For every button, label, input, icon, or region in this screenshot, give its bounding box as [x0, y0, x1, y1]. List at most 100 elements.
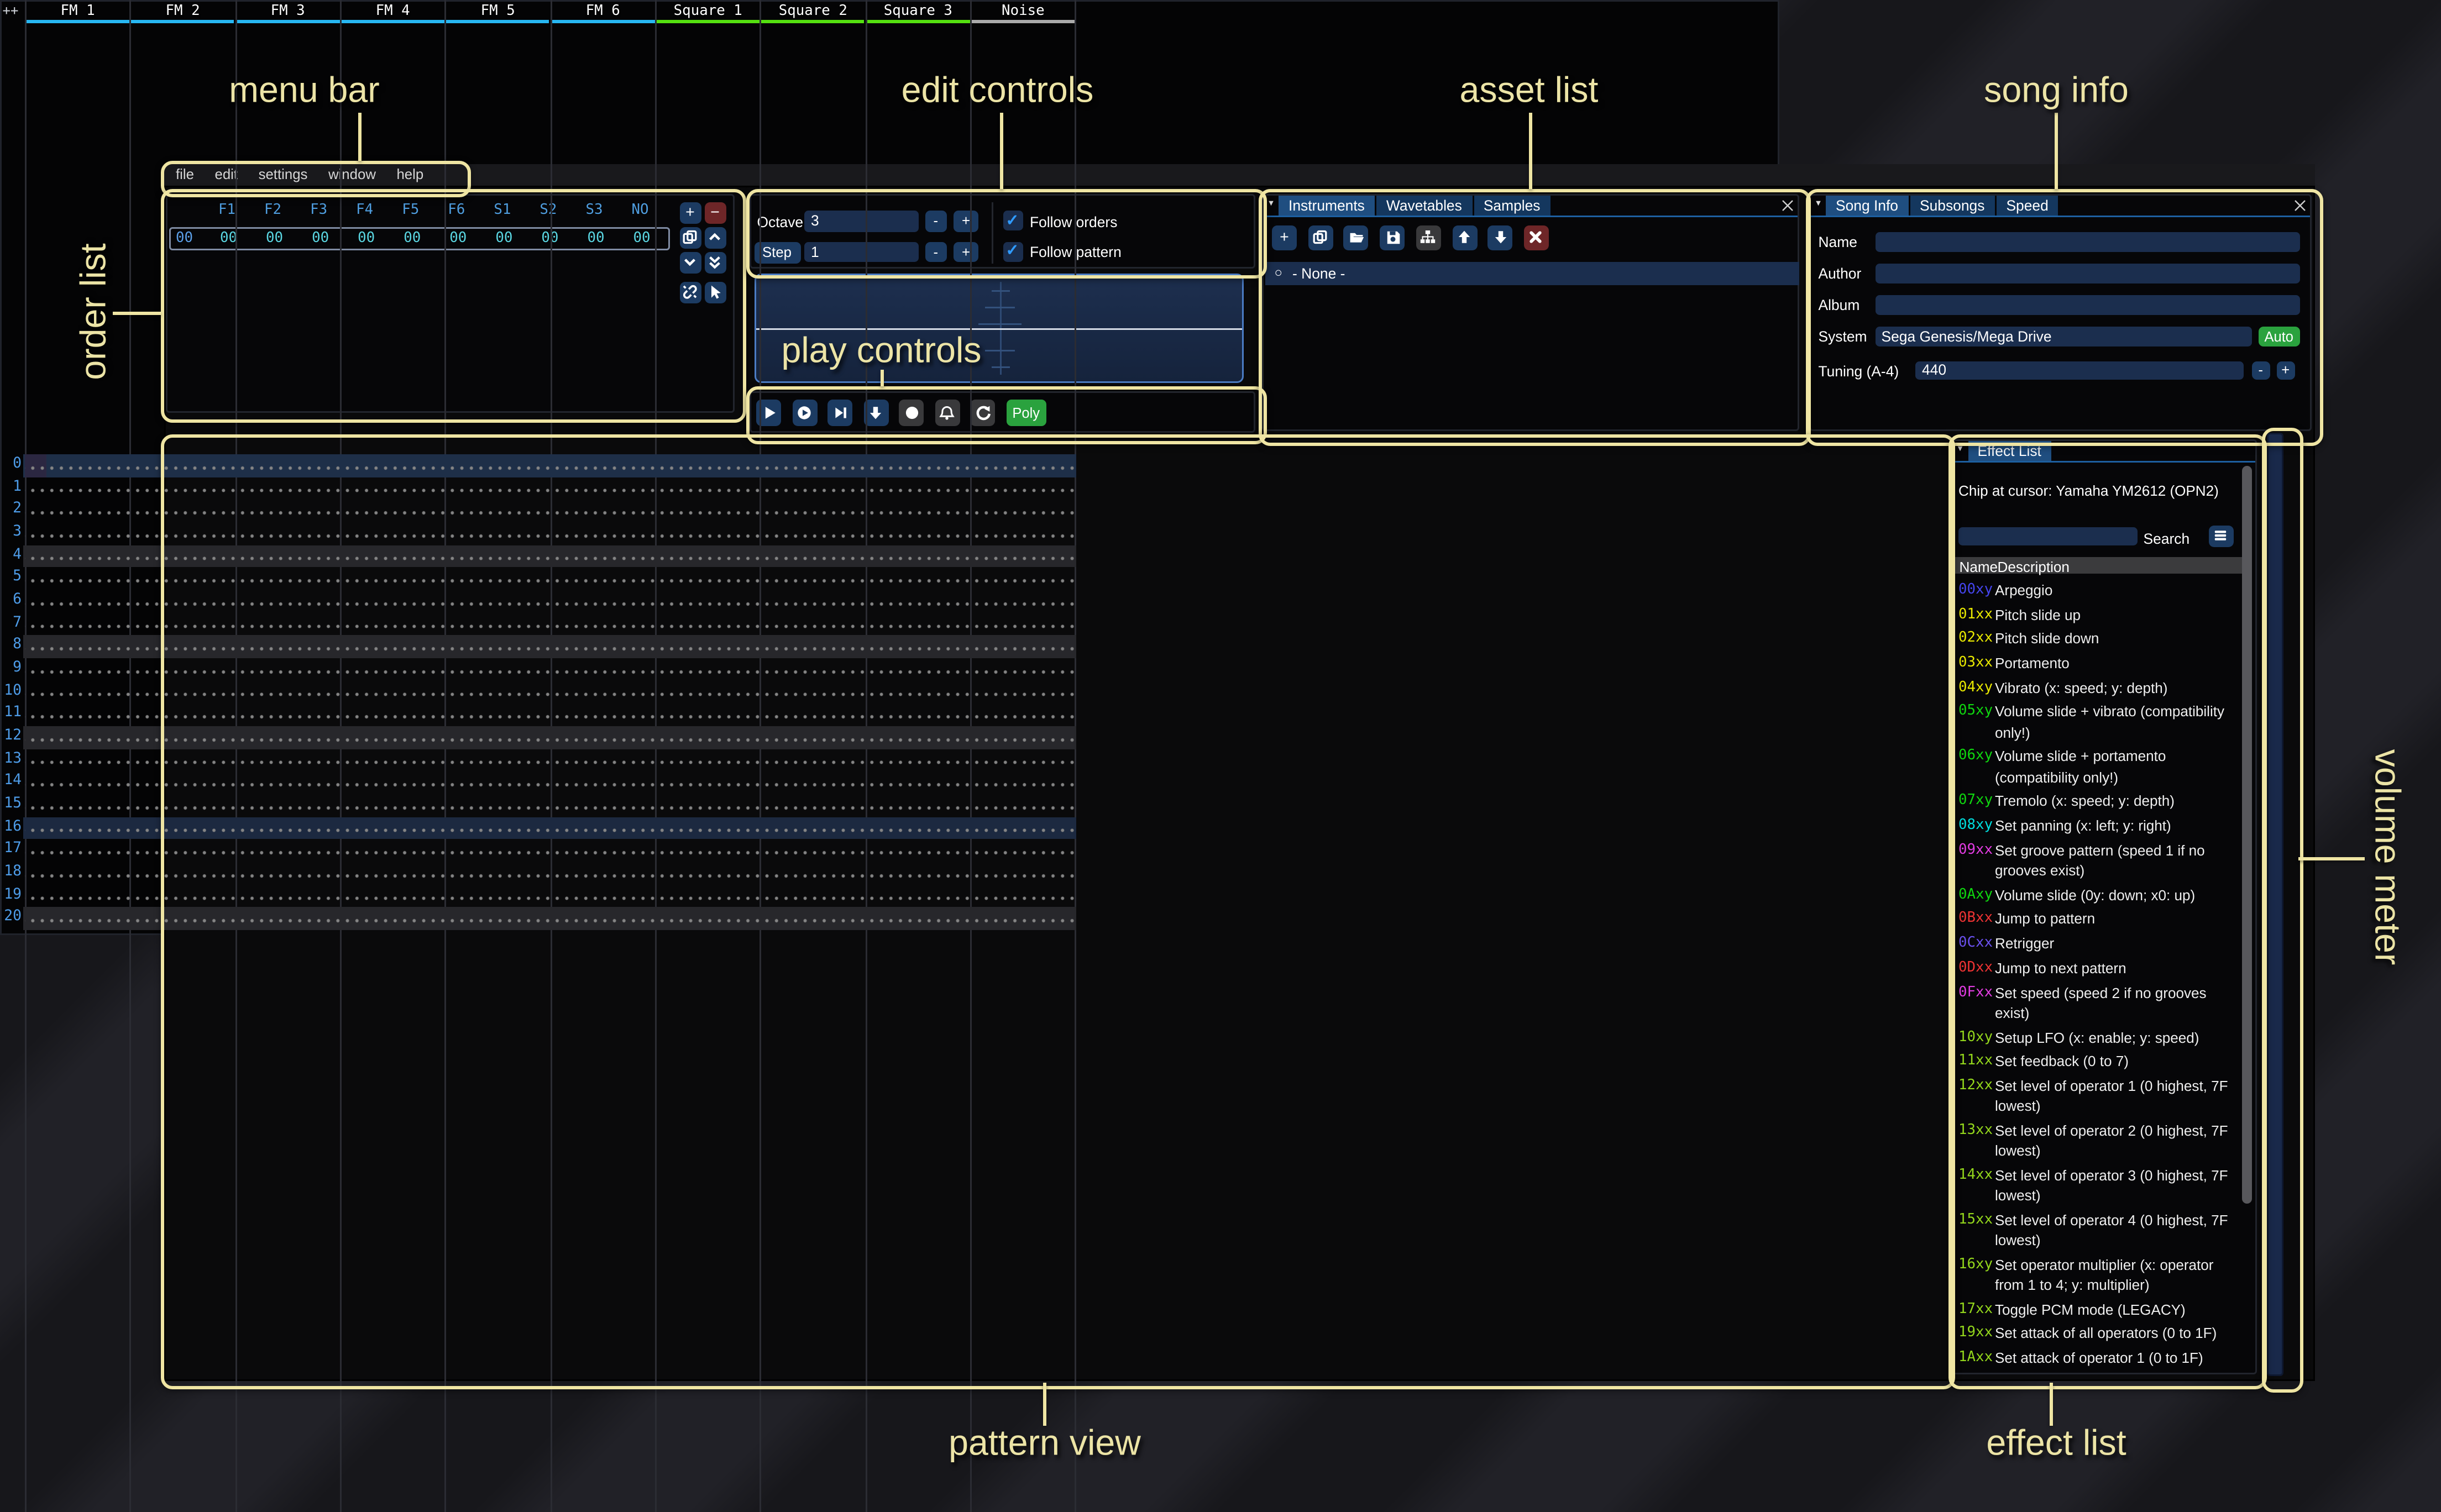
order-cell[interactable]: 00	[481, 230, 527, 247]
order-cell[interactable]: 00	[297, 230, 343, 247]
asset-arrow-down-bold-button[interactable]	[1488, 225, 1513, 251]
effect-row-12xx[interactable]: 12xxSet level of operator 1 (0 highest, …	[1958, 1076, 2239, 1117]
asset-arrow-up-bold-button[interactable]	[1452, 225, 1477, 251]
close-icon[interactable]	[2235, 440, 2255, 461]
effect-row-05xy[interactable]: 05xyVolume slide + vibrato (compatibilit…	[1958, 702, 2239, 743]
order-cursor-button[interactable]	[704, 281, 726, 303]
effect-row-11xx[interactable]: 11xxSet feedback (0 to 7)	[1958, 1052, 2239, 1072]
channel-header-fm-1[interactable]: FM 1	[25, 0, 130, 25]
pattern-row-19[interactable]: 19	[0, 885, 1076, 907]
order-cell[interactable]: 00	[573, 230, 619, 247]
asset-plus-button[interactable]: +	[1272, 225, 1297, 251]
channel-header-noise[interactable]: Noise	[971, 0, 1076, 25]
effect-row-19xx[interactable]: 19xxSet attack of all operators (0 to 1F…	[1958, 1324, 2239, 1344]
effect-row-04xy[interactable]: 04xyVibrato (x: speed; y: depth)	[1958, 678, 2239, 698]
order-plus-button[interactable]: +	[679, 202, 701, 224]
effect-row-1Axx[interactable]: 1AxxSet attack of operator 1 (0 to 1F)	[1958, 1348, 2239, 1369]
order-copy-button[interactable]	[679, 227, 701, 249]
pattern-row-7[interactable]: 7	[0, 613, 1076, 636]
effect-row-0Dxx[interactable]: 0DxxJump to next pattern	[1958, 958, 2239, 978]
order-chevron-down-button[interactable]	[679, 251, 701, 274]
pattern-corner[interactable]: ++	[3, 3, 19, 18]
pattern-row-8[interactable]: 8	[0, 636, 1076, 658]
pattern-row-16[interactable]: 16	[0, 817, 1076, 839]
play-arrow-down-bold-button[interactable]	[863, 400, 889, 426]
effect-row-00xy[interactable]: 00xyArpeggio	[1958, 580, 2239, 601]
effect-row-08xy[interactable]: 08xySet panning (x: left; y: right)	[1958, 816, 2239, 836]
channel-header-fm-6[interactable]: FM 6	[551, 0, 656, 25]
order-cell[interactable]: 00	[619, 230, 665, 247]
pattern-row-12[interactable]: 12	[0, 726, 1076, 749]
pattern-row-20[interactable]: 20	[0, 907, 1076, 930]
octave-input[interactable]: 3	[804, 211, 918, 232]
collapse-triangle-icon[interactable]: ▼	[1264, 195, 1279, 216]
order-cell[interactable]: 00	[389, 230, 435, 247]
tab-effect-list[interactable]: Effect List	[1968, 440, 2051, 461]
effect-row-0Bxx[interactable]: 0BxxJump to pattern	[1958, 909, 2239, 930]
effect-row-0Axy[interactable]: 0AxyVolume slide (0y: down; x0: up)	[1958, 885, 2239, 905]
effect-row-15xx[interactable]: 15xxSet level of operator 4 (0 highest, …	[1958, 1210, 2239, 1251]
play-repeat-button[interactable]	[970, 400, 996, 426]
follow-orders-checkbox[interactable]: ✓	[1003, 211, 1023, 230]
tuning-minus-button[interactable]: -	[2251, 361, 2271, 380]
effect-row-09xx[interactable]: 09xxSet groove pattern (speed 1 if no gr…	[1958, 840, 2239, 881]
effect-row-06xy[interactable]: 06xyVolume slide + portamento (compatibi…	[1958, 747, 2239, 788]
effect-row-17xx[interactable]: 17xxToggle PCM mode (LEGACY)	[1958, 1299, 2239, 1320]
menu-item-window[interactable]: window	[328, 166, 376, 183]
pattern-row-18[interactable]: 18	[0, 862, 1076, 885]
order-cell[interactable]: 00	[206, 230, 252, 247]
channel-header-fm-2[interactable]: FM 2	[130, 0, 235, 25]
pattern-row-4[interactable]: 4	[0, 545, 1076, 568]
step-plus-button[interactable]: +	[954, 242, 978, 262]
menu-item-settings[interactable]: settings	[259, 166, 308, 183]
pattern-row-5[interactable]: 5	[0, 568, 1076, 590]
poly-button[interactable]: Poly	[1006, 400, 1047, 426]
channel-header-fm-4[interactable]: FM 4	[341, 0, 446, 25]
asset-tab-samples[interactable]: Samples	[1474, 195, 1550, 216]
play-step-one-button[interactable]	[827, 400, 853, 426]
order-unlink-button[interactable]	[679, 281, 701, 303]
step-input[interactable]: 1	[804, 242, 918, 262]
pattern-row-13[interactable]: 13	[0, 749, 1076, 771]
follow-pattern-checkbox[interactable]: ✓	[1003, 242, 1023, 261]
system-select[interactable]: Sega Genesis/Mega Drive	[1875, 327, 2251, 346]
song-tab-speed[interactable]: Speed	[1996, 195, 2058, 216]
effect-scrollbar[interactable]	[2243, 465, 2252, 1203]
song-tab-subsongs[interactable]: Subsongs	[1910, 195, 1994, 216]
menu-item-file[interactable]: file	[176, 166, 194, 183]
effect-row-0Fxx[interactable]: 0FxxSet speed (speed 2 if no grooves exi…	[1958, 983, 2239, 1023]
album-input[interactable]	[1875, 295, 2301, 314]
channel-header-square-2[interactable]: Square 2	[761, 0, 866, 25]
channel-header-fm-3[interactable]: FM 3	[235, 0, 341, 25]
octave-plus-button[interactable]: +	[954, 211, 978, 232]
order-cell[interactable]: 00	[343, 230, 389, 247]
author-input[interactable]	[1875, 264, 2301, 283]
asset-floppy-button[interactable]	[1380, 225, 1405, 251]
pattern-row-9[interactable]: 9	[0, 658, 1076, 681]
order-cell[interactable]: 00	[435, 230, 481, 247]
effect-row-0Cxx[interactable]: 0CxxRetrigger	[1958, 933, 2239, 954]
play-play-circle-button[interactable]	[792, 400, 818, 426]
tuning-input[interactable]: 440	[1915, 361, 2244, 380]
pattern-row-2[interactable]: 2	[0, 500, 1076, 522]
close-icon[interactable]	[2290, 195, 2309, 216]
effect-row-07xy[interactable]: 07xyTremolo (x: speed; y: depth)	[1958, 791, 2239, 812]
effect-row-03xx[interactable]: 03xxPortamento	[1958, 653, 2239, 674]
channel-header-fm-5[interactable]: FM 5	[446, 0, 551, 25]
pattern-row-3[interactable]: 3	[0, 522, 1076, 545]
system-auto-button[interactable]: Auto	[2258, 327, 2301, 346]
asset-copy-button[interactable]	[1308, 225, 1333, 251]
asset-selected-item[interactable]: ○ - None -	[1265, 262, 1800, 285]
tuning-plus-button[interactable]: +	[2276, 361, 2296, 380]
hamburger-icon[interactable]	[2209, 526, 2233, 547]
order-list-row[interactable]: 0000000000000000000000	[169, 227, 670, 250]
order-chevrons-down-button[interactable]	[704, 251, 726, 274]
order-chevron-up-button[interactable]	[704, 227, 726, 249]
asset-sitemap-button[interactable]	[1416, 225, 1440, 251]
order-minus-button[interactable]: −	[704, 202, 726, 224]
pattern-row-6[interactable]: 6	[0, 590, 1076, 613]
channel-header-square-3[interactable]: Square 3	[866, 0, 971, 25]
play-bell-button[interactable]	[935, 400, 960, 426]
song-tab-song-info[interactable]: Song Info	[1826, 195, 1908, 216]
name-input[interactable]	[1875, 232, 2301, 251]
